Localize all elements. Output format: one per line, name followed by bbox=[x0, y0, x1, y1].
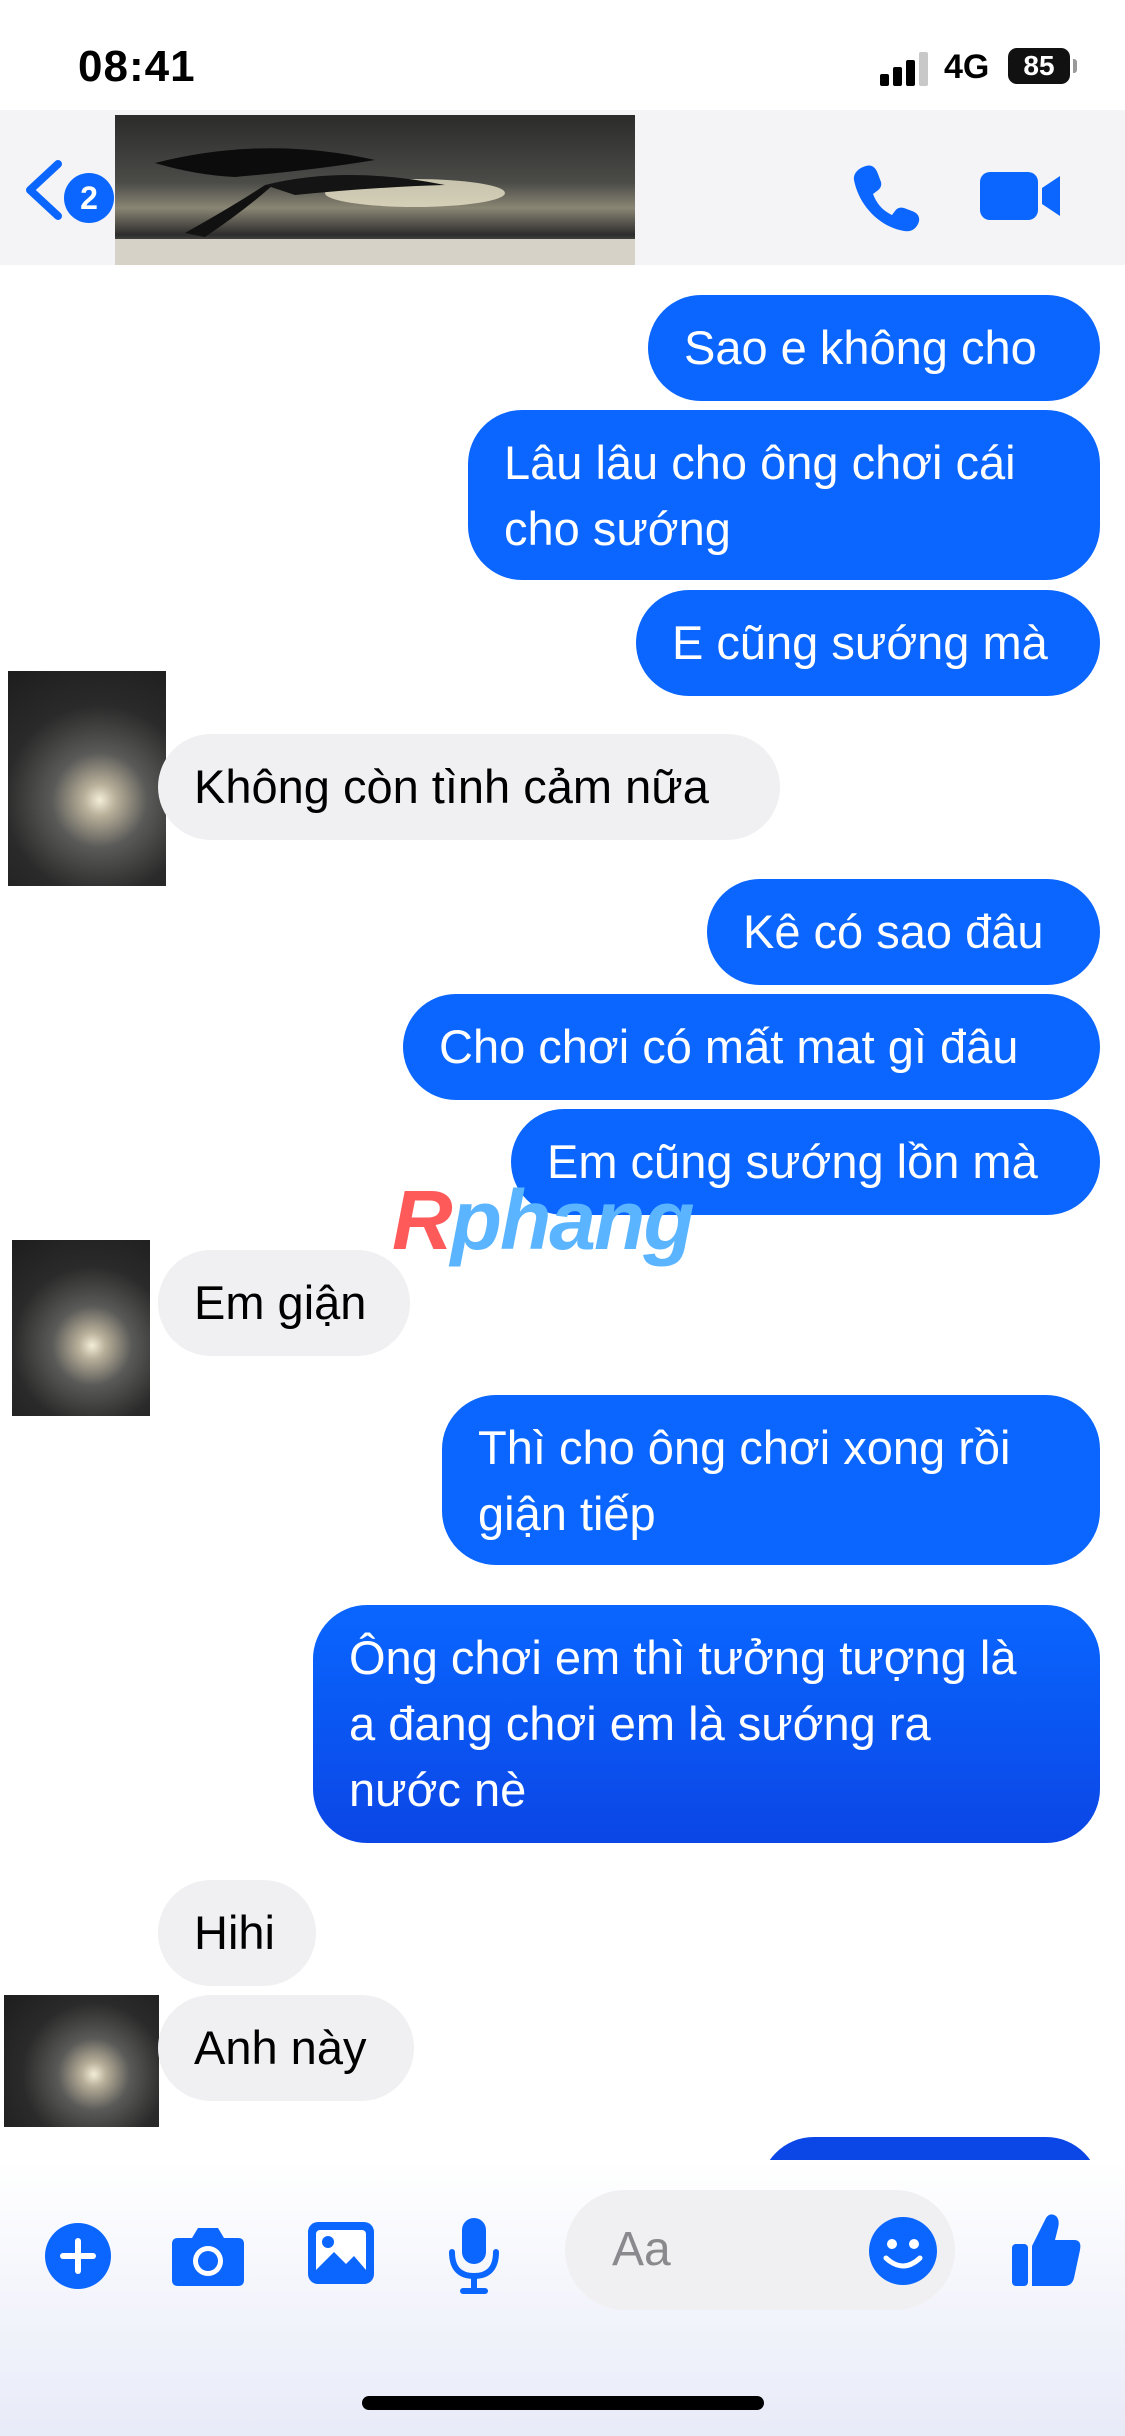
status-bar: 08:41 4G 85 bbox=[0, 0, 1125, 110]
emoji-button[interactable] bbox=[868, 2216, 938, 2286]
composer-bar bbox=[0, 2160, 1125, 2436]
voice-message-button[interactable] bbox=[446, 2216, 502, 2296]
battery-icon: 85 bbox=[1008, 48, 1070, 84]
contact-cover-photo[interactable] bbox=[115, 115, 635, 265]
home-indicator[interactable] bbox=[362, 2396, 764, 2410]
message-bubble-outgoing[interactable]: Thì cho ông chơi xong rồi giận tiếp bbox=[442, 1395, 1100, 1565]
signal-icon bbox=[880, 50, 932, 86]
camera-button[interactable] bbox=[170, 2220, 246, 2290]
add-button[interactable] bbox=[44, 2222, 112, 2290]
video-camera-icon bbox=[980, 172, 1060, 220]
phone-icon bbox=[853, 165, 920, 232]
message-bubble-incoming[interactable]: Không còn tình cảm nữa bbox=[158, 734, 780, 840]
message-bubble-incoming[interactable]: Em giận bbox=[158, 1250, 410, 1356]
message-bubble-incoming[interactable]: Anh này bbox=[158, 1995, 414, 2101]
voice-call-button[interactable] bbox=[850, 160, 924, 234]
message-bubble-incoming[interactable]: Hihi bbox=[158, 1880, 316, 1986]
battery-tip bbox=[1073, 59, 1077, 73]
message-bubble-partial[interactable] bbox=[760, 2137, 1100, 2160]
video-call-button[interactable] bbox=[978, 166, 1062, 226]
image-icon bbox=[308, 2222, 374, 2284]
watermark-text: phang bbox=[450, 1173, 695, 1267]
network-type: 4G bbox=[944, 48, 990, 86]
thumbs-up-icon bbox=[1012, 2214, 1081, 2286]
message-bubble-outgoing[interactable]: Cho chơi có mất mat gì đâu bbox=[403, 994, 1100, 1100]
message-bubble-outgoing[interactable]: Lâu lâu cho ông chơi cái cho sướng bbox=[468, 410, 1100, 580]
chevron-left-icon bbox=[26, 160, 62, 220]
message-bubble-outgoing[interactable]: E cũng sướng mà bbox=[636, 590, 1100, 696]
contact-avatar[interactable] bbox=[8, 671, 166, 886]
message-bubble-outgoing[interactable]: Sao e không cho bbox=[648, 295, 1100, 401]
gallery-button[interactable] bbox=[306, 2220, 376, 2286]
watermark-letter: R bbox=[392, 1173, 453, 1267]
message-bubble-outgoing[interactable]: Kê có sao đâu bbox=[707, 879, 1100, 985]
camera-icon bbox=[172, 2228, 244, 2286]
plus-icon bbox=[45, 2223, 111, 2289]
tree-photo bbox=[115, 148, 635, 265]
unread-badge: 2 bbox=[64, 173, 114, 223]
message-input-placeholder: Aa bbox=[612, 2223, 671, 2276]
message-bubble-outgoing[interactable]: Ông chơi em thì tưởng tượng là a đang ch… bbox=[313, 1605, 1100, 1843]
watermark: Rphang bbox=[392, 1172, 695, 1269]
contact-avatar[interactable] bbox=[4, 1995, 159, 2127]
microphone-icon bbox=[449, 2218, 499, 2294]
like-button[interactable] bbox=[1010, 2212, 1082, 2288]
status-time: 08:41 bbox=[78, 42, 196, 91]
emoji-icon bbox=[869, 2217, 937, 2285]
contact-avatar[interactable] bbox=[12, 1240, 150, 1416]
